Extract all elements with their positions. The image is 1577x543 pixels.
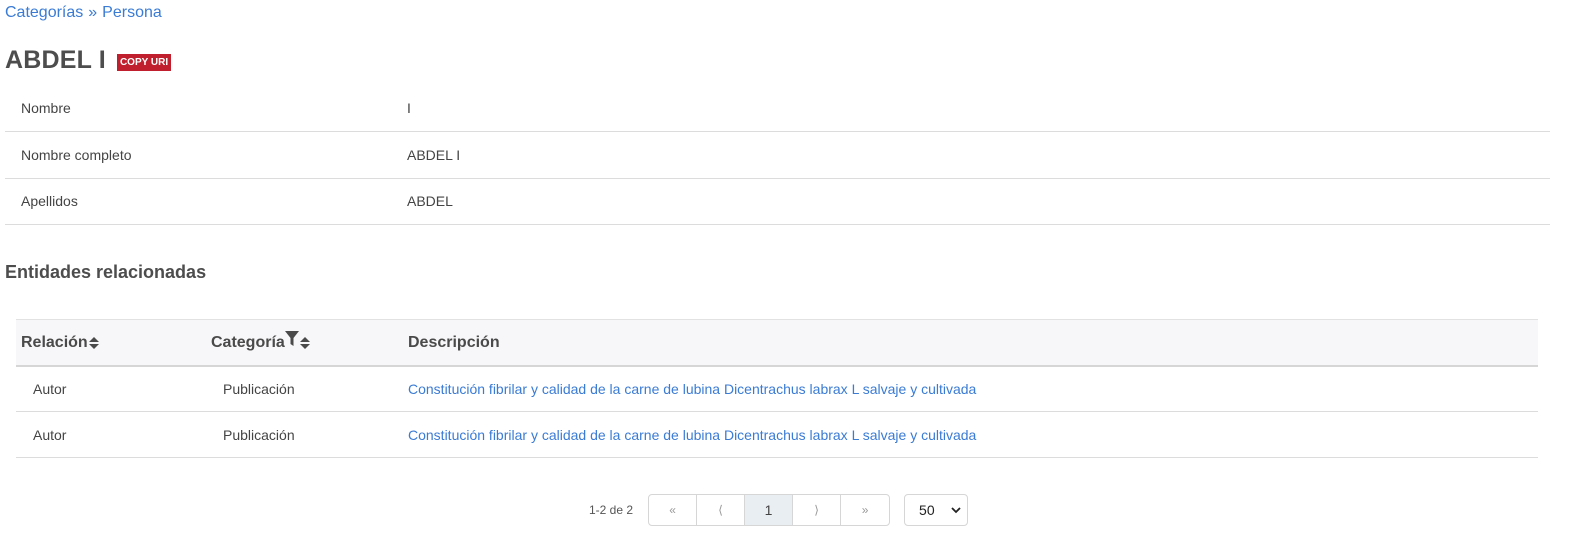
description-link[interactable]: Constitución fibrilar y calidad de la ca… [408, 381, 976, 397]
current-page-button[interactable]: 1 [745, 495, 794, 525]
related-entities-title: Entidades relacionadas [5, 262, 207, 282]
breadcrumb-persona-link[interactable]: Persona [102, 4, 162, 21]
cell-description: Constitución fibrilar y calidad de la ca… [408, 365, 1538, 412]
table-header-row: Relación Categoría Descripción [16, 319, 1538, 367]
page-size-select[interactable]: 50 [904, 494, 969, 526]
next-page-button[interactable]: ⟩ [793, 495, 842, 525]
copy-uri-button[interactable]: COPY URI [116, 53, 172, 71]
property-row: Nombre I [5, 85, 1550, 132]
cell-relation: Autor [16, 411, 206, 458]
cell-description: Constitución fibrilar y calidad de la ca… [408, 411, 1538, 458]
page-size-value: 50 [919, 502, 935, 518]
property-value: ABDEL [407, 178, 1550, 225]
column-header-description: Descripción [408, 319, 1538, 367]
pagination-count: 1-2 de 2 [589, 503, 634, 517]
column-header-description-label: Descripción [408, 333, 500, 351]
column-header-relation-label: Relación [21, 333, 88, 351]
chevron-down-icon [951, 507, 961, 514]
pagination: 1-2 de 2 « ⟨ 1 ⟩ » 50 [589, 494, 969, 526]
cell-category: Publicación [206, 411, 408, 458]
related-entities-table: Relación Categoría Descripción Autor Pub… [16, 319, 1538, 458]
breadcrumb-categorias-link[interactable]: Categorías [5, 4, 83, 21]
cell-category: Publicación [206, 365, 408, 412]
property-row: Nombre completo ABDEL I [5, 131, 1550, 179]
title-row: ABDEL I COPY URI [5, 46, 172, 75]
page-title: ABDEL I [5, 46, 106, 74]
last-page-button[interactable]: » [841, 495, 889, 525]
property-value: ABDEL I [407, 131, 1550, 179]
first-page-button[interactable]: « [649, 495, 698, 525]
column-header-category-label: Categoría [211, 333, 285, 351]
column-header-relation[interactable]: Relación [16, 319, 206, 367]
previous-page-button[interactable]: ⟨ [697, 495, 746, 525]
sort-icon[interactable] [299, 336, 310, 349]
breadcrumb-separator: » [88, 4, 98, 21]
properties-table: Nombre I Nombre completo ABDEL I Apellid… [5, 85, 1550, 225]
column-header-category[interactable]: Categoría [206, 319, 408, 367]
pagination-buttons: « ⟨ 1 ⟩ » [648, 494, 891, 526]
property-key: Nombre [5, 85, 407, 132]
description-link[interactable]: Constitución fibrilar y calidad de la ca… [408, 427, 976, 443]
filter-icon[interactable] [284, 330, 299, 347]
property-value: I [407, 85, 1550, 132]
breadcrumb: Categorías » Persona [5, 4, 162, 22]
property-key: Nombre completo [5, 131, 407, 179]
sort-icon[interactable] [88, 336, 99, 349]
property-row: Apellidos ABDEL [5, 178, 1550, 225]
table-row: Autor Publicación Constitución fibrilar … [16, 365, 1538, 412]
property-key: Apellidos [5, 178, 407, 225]
table-row: Autor Publicación Constitución fibrilar … [16, 411, 1538, 458]
cell-relation: Autor [16, 365, 206, 412]
